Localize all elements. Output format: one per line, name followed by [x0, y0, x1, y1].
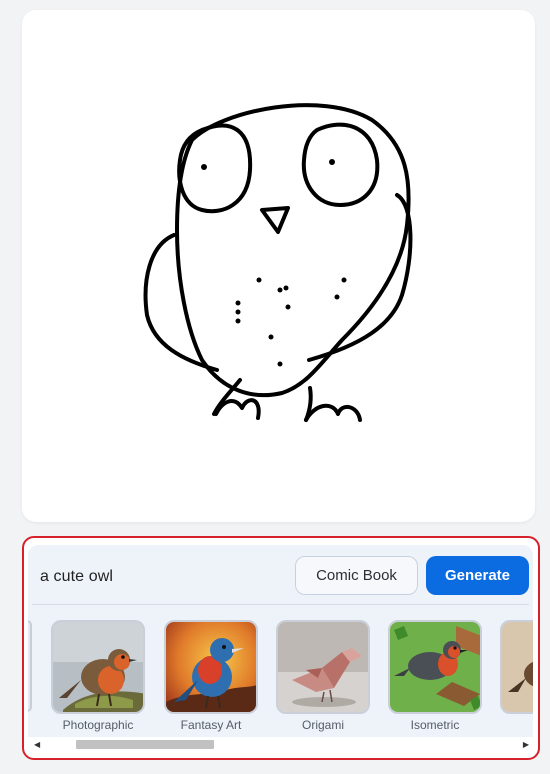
style-label: Photographic	[62, 718, 134, 732]
prompt-panel-inner: a cute owl Comic Book Generate Photograp…	[28, 545, 533, 752]
origami-bird-thumbnail	[276, 620, 370, 714]
scroll-right-arrow-icon[interactable]: ▶	[523, 740, 529, 749]
style-card-photographic[interactable]: Photographic	[49, 620, 147, 732]
scroll-left-arrow-icon[interactable]: ◀	[34, 740, 40, 749]
robin-fantasy-thumbnail	[164, 620, 258, 714]
style-select-button[interactable]: Comic Book	[295, 556, 418, 595]
scrollbar-thumb[interactable]	[76, 740, 214, 749]
style-label: Di	[498, 718, 533, 732]
generate-button[interactable]: Generate	[426, 556, 529, 595]
horizontal-scrollbar[interactable]: ◀ ▶	[28, 737, 533, 752]
robin-partial-thumbnail	[500, 620, 533, 714]
style-card-isometric[interactable]: Isometric	[386, 620, 484, 732]
style-card-fantasy-art[interactable]: Fantasy Art	[162, 620, 260, 732]
prompt-panel: a cute owl Comic Book Generate Photograp…	[22, 536, 540, 760]
prompt-row: a cute owl Comic Book Generate	[28, 545, 533, 604]
style-card-partial-left[interactable]	[28, 620, 32, 712]
style-label: Isometric	[410, 718, 460, 732]
style-carousel[interactable]: Photographic Fantasy Art Origami Isometr…	[28, 605, 533, 733]
style-card-origami[interactable]: Origami	[274, 620, 372, 732]
prompt-input[interactable]: a cute owl	[40, 568, 113, 586]
style-card-partial-right[interactable]: Di	[498, 620, 533, 732]
style-label: Origami	[301, 718, 344, 732]
style-label: Fantasy Art	[180, 718, 242, 732]
robin-isometric-thumbnail	[388, 620, 482, 714]
robin-photo-thumbnail	[51, 620, 145, 714]
drawing-canvas[interactable]	[22, 10, 535, 522]
owl-sketch	[143, 103, 413, 422]
